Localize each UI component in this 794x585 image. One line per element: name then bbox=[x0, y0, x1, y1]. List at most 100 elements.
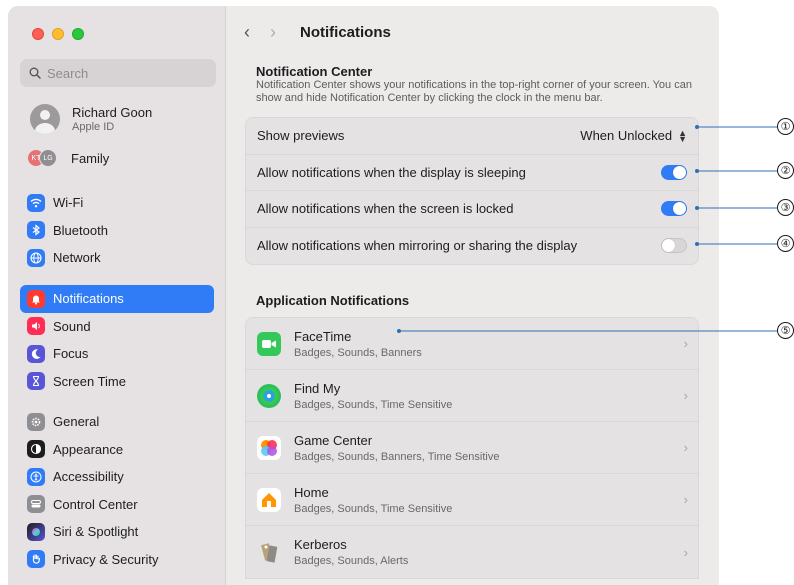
sidebar-item-label: Notifications bbox=[53, 291, 124, 307]
close-button[interactable] bbox=[32, 28, 44, 40]
chevron-right-icon: › bbox=[683, 544, 688, 560]
notification-center-settings: Show previews When Unlocked ▲ ▼ Allow not… bbox=[245, 117, 699, 265]
settings-window: Search Richard Goon Apple ID KT LG Famil… bbox=[8, 6, 719, 585]
callout-marker: ④ bbox=[777, 235, 794, 252]
app-details: Badges, Sounds, Banners, Time Sensitive bbox=[294, 450, 500, 463]
wifi-icon bbox=[27, 193, 45, 212]
display-sleeping-toggle[interactable] bbox=[661, 164, 687, 180]
notification-center-description: Notification Center shows your notificat… bbox=[256, 79, 692, 104]
search-input[interactable]: Search bbox=[20, 59, 216, 87]
kerberos-icon bbox=[257, 540, 281, 564]
page-title: Notifications bbox=[300, 23, 391, 41]
screen-locked-row: Allow notifications when the screen is l… bbox=[246, 191, 698, 228]
toggle-knob bbox=[673, 202, 686, 216]
sidebar-item-label: Control Center bbox=[53, 496, 138, 512]
minimize-button[interactable] bbox=[52, 28, 64, 40]
chevron-updown-icon: ▲ ▼ bbox=[678, 127, 687, 144]
sidebar-item-bluetooth[interactable]: Bluetooth bbox=[20, 217, 214, 245]
bell-icon bbox=[27, 289, 45, 308]
sidebar-item-wifi[interactable]: Wi-Fi bbox=[20, 189, 214, 217]
sidebar-item-label: General bbox=[53, 414, 100, 430]
bluetooth-icon bbox=[27, 221, 45, 240]
gear-icon bbox=[27, 412, 45, 431]
setting-label: Allow notifications when the screen is l… bbox=[257, 201, 514, 217]
account-subtitle: Apple ID bbox=[72, 121, 115, 133]
control-center-icon bbox=[27, 495, 45, 514]
setting-label: Allow notifications when mirroring or sh… bbox=[257, 238, 578, 254]
window-controls bbox=[32, 28, 84, 40]
search-icon bbox=[29, 67, 41, 79]
sidebar-item-network[interactable]: Network bbox=[20, 244, 214, 272]
zoom-button[interactable] bbox=[72, 28, 84, 40]
mirroring-toggle[interactable] bbox=[661, 238, 687, 254]
sidebar-item-family[interactable]: KT LG Family bbox=[27, 149, 109, 167]
mirroring-row: Allow notifications when mirroring or sh… bbox=[246, 228, 698, 265]
sidebar-item-sound[interactable]: Sound bbox=[20, 313, 214, 341]
game-center-icon bbox=[257, 435, 281, 460]
account-name: Richard Goon bbox=[72, 105, 153, 120]
show-previews-popup[interactable]: When Unlocked ▲ ▼ bbox=[580, 128, 687, 143]
appearance-icon bbox=[27, 440, 45, 459]
sidebar-item-notifications[interactable]: Notifications bbox=[20, 285, 214, 313]
sidebar-item-control-center[interactable]: Control Center bbox=[20, 491, 214, 519]
popup-value: When Unlocked bbox=[580, 128, 673, 144]
sidebar-item-appearance[interactable]: Appearance bbox=[20, 436, 214, 464]
display-sleeping-row: Allow notifications when the display is … bbox=[246, 155, 698, 191]
app-row-kerberos[interactable]: Kerberos Badges, Sounds, Alerts › bbox=[246, 526, 698, 578]
sidebar-item-general[interactable]: General bbox=[20, 408, 214, 436]
sidebar-item-label: Appearance bbox=[53, 441, 124, 457]
sidebar-item-focus[interactable]: Focus bbox=[20, 340, 214, 368]
avatar bbox=[30, 104, 60, 134]
app-name: Kerberos bbox=[294, 537, 347, 552]
sidebar-item-label: Privacy & Security bbox=[53, 551, 159, 567]
speaker-icon bbox=[27, 317, 45, 336]
hand-icon bbox=[27, 550, 45, 569]
sidebar-item-label: Siri & Spotlight bbox=[53, 524, 139, 540]
family-avatars: KT LG bbox=[27, 149, 63, 167]
toggle-knob bbox=[673, 165, 686, 179]
callout-marker: ② bbox=[777, 162, 794, 179]
sidebar-item-label: Accessibility bbox=[53, 469, 124, 485]
apple-id-account[interactable]: Richard Goon Apple ID bbox=[30, 104, 152, 134]
home-icon bbox=[257, 487, 281, 512]
app-row-find-my[interactable]: Find My Badges, Sounds, Time Sensitive › bbox=[246, 370, 698, 422]
setting-label: Show previews bbox=[257, 128, 345, 144]
globe-icon bbox=[27, 248, 45, 267]
app-details: Badges, Sounds, Alerts bbox=[294, 555, 409, 567]
sidebar-item-label: Screen Time bbox=[53, 373, 126, 389]
app-name: Game Center bbox=[294, 432, 373, 448]
family-avatar: LG bbox=[39, 149, 57, 167]
sidebar-group-system: General Appearance Accessibility Control… bbox=[20, 408, 214, 573]
forward-button[interactable]: › bbox=[270, 22, 282, 43]
app-row-home[interactable]: Home Badges, Sounds, Time Sensitive › bbox=[246, 474, 698, 526]
chevron-right-icon: › bbox=[683, 440, 688, 455]
moon-icon bbox=[27, 344, 45, 363]
sidebar-item-label: Wi-Fi bbox=[53, 195, 84, 211]
search-placeholder: Search bbox=[47, 65, 89, 81]
app-row-game-center[interactable]: Game Center Badges, Sounds, Banners, Tim… bbox=[246, 422, 698, 474]
app-name: Find My bbox=[294, 380, 341, 396]
sidebar-item-label: Sound bbox=[53, 318, 91, 334]
chevron-right-icon: › bbox=[683, 388, 688, 403]
chevron-right-icon: › bbox=[683, 492, 688, 507]
app-name: Home bbox=[294, 484, 329, 500]
sidebar-item-privacy-security[interactable]: Privacy & Security bbox=[20, 546, 214, 574]
sidebar-item-screen-time[interactable]: Screen Time bbox=[20, 368, 214, 396]
app-details: Badges, Sounds, Banners bbox=[294, 346, 422, 359]
callout-marker: ① bbox=[777, 118, 794, 135]
app-name: FaceTime bbox=[294, 328, 352, 344]
hourglass-icon bbox=[27, 372, 45, 391]
main-pane: ‹ › Notifications Notification Center No… bbox=[226, 6, 719, 585]
back-button[interactable]: ‹ bbox=[244, 22, 256, 43]
sidebar-item-accessibility[interactable]: Accessibility bbox=[20, 463, 214, 491]
toggle-knob bbox=[662, 239, 675, 253]
sidebar-item-siri-spotlight[interactable]: Siri & Spotlight bbox=[20, 518, 214, 546]
show-previews-row: Show previews When Unlocked ▲ ▼ bbox=[246, 118, 698, 155]
sidebar-group-connectivity: Wi-Fi Bluetooth Network bbox=[20, 189, 214, 272]
facetime-icon bbox=[257, 331, 281, 356]
notification-center-heading: Notification Center bbox=[256, 64, 373, 79]
callout-marker: ⑤ bbox=[777, 322, 794, 339]
screen-locked-toggle[interactable] bbox=[661, 201, 687, 217]
sidebar-group-notifications: Notifications Sound Focus Screen Time bbox=[20, 285, 214, 395]
app-row-facetime[interactable]: FaceTime Badges, Sounds, Banners › bbox=[246, 318, 698, 370]
